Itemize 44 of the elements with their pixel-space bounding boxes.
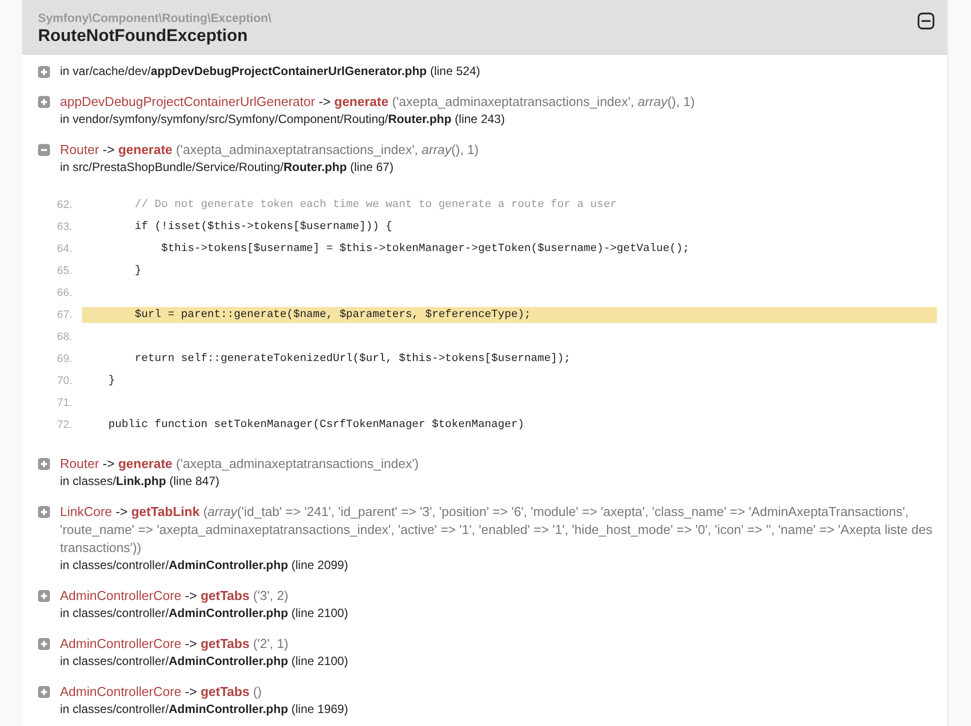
code-line: return self::generateTokenizedUrl($url, $this->tokens[$username]); [134, 352, 572, 367]
file-location: in classes/controller/AdminController.php (line 2099) [60, 557, 350, 574]
file-location: in src/PrestaShopBundle/Service/Routing/Router.php (line 67) [60, 159, 394, 176]
code-line: } [134, 264, 142, 279]
file-location: in classes/controller/AdminController.php (line 2100) [60, 653, 348, 670]
trace-call: appDevDebugProjectContainerUrlGenerator -> generate ('axepta_adminaxeptatransactions_index', array(), 1) [60, 93, 695, 111]
trace-call: AdminControllerCore -> getTabs ('3', 2) [60, 587, 290, 605]
code-line: // Do not generate token each time we want to generate a route for a user [134, 198, 618, 213]
trace-call: AdminControllerCore -> getTabs ('2', 1) [60, 635, 290, 653]
plus-icon[interactable] [38, 590, 50, 602]
trace-call: Router -> generate ('axepta_adminaxeptatransactions_index', array(), 1) [60, 141, 479, 159]
line-number: 72. [56, 418, 74, 433]
plus-icon[interactable] [38, 96, 50, 108]
line-number: 65. [56, 264, 74, 279]
trace-call: Router -> generate ('axepta_adminaxeptatransactions_index') [60, 455, 419, 473]
file-location: in var/cache/dev/appDevDebugProjectContainerUrlGenerator.php (line 524) [60, 63, 480, 80]
line-number: 67. [56, 308, 74, 323]
line-number: 68. [56, 330, 74, 345]
line-number: 69. [56, 352, 74, 367]
line-number: 63. [56, 220, 74, 235]
line-number: 71. [56, 396, 74, 411]
plus-icon[interactable] [38, 66, 50, 78]
file-location: in classes/controller/AdminController.php (line 2100) [60, 605, 348, 622]
exception-namespace: Symfony\Component\Routing\Exception\ [38, 11, 272, 25]
file-location: in vendor/symfony/symfony/src/Symfony/Component/Routing/Router.php (line 243) [60, 111, 506, 128]
collapse-icon[interactable] [917, 12, 935, 30]
plus-icon[interactable] [38, 506, 50, 518]
code-line: if (!isset($this->tokens[$username])) { [134, 220, 394, 235]
code-line: public function setTokenManager(CsrfTokenManager $tokenManager) [107, 418, 526, 433]
plus-icon[interactable] [38, 686, 50, 698]
line-number: 62. [56, 198, 74, 213]
file-location: in classes/Link.php (line 847) [60, 473, 220, 490]
line-number: 64. [56, 242, 74, 257]
plus-icon[interactable] [38, 458, 50, 470]
exception-title: RouteNotFoundException [38, 25, 249, 47]
minus-icon[interactable] [38, 144, 50, 156]
code-line: $this->tokens[$username] = $this->tokenManager->getToken($username)->getValue(); [160, 242, 690, 257]
line-number: 66. [56, 286, 74, 301]
line-number: 70. [56, 374, 74, 389]
code-line: } [107, 374, 116, 389]
file-location: in classes/controller/AdminController.php (line 1969) [60, 701, 348, 718]
plus-icon[interactable] [38, 638, 50, 650]
trace-call: LinkCore -> getTabLink (array('id_tab' => '241', 'id_parent' => '3', 'position' => '6', 'module' => 'axepta', 'class_name' => 'AdminAxeptaTransactions', 'route_name' => 'axepta_adminaxeptatransactions_index', 'active' => '1', 'enabled' => '1', 'hide_host_mode' => '0', 'icon' => '', 'name' => 'Axepta liste des transactions')) [60, 503, 934, 557]
trace-call: AdminControllerCore -> getTabs () [60, 683, 263, 701]
